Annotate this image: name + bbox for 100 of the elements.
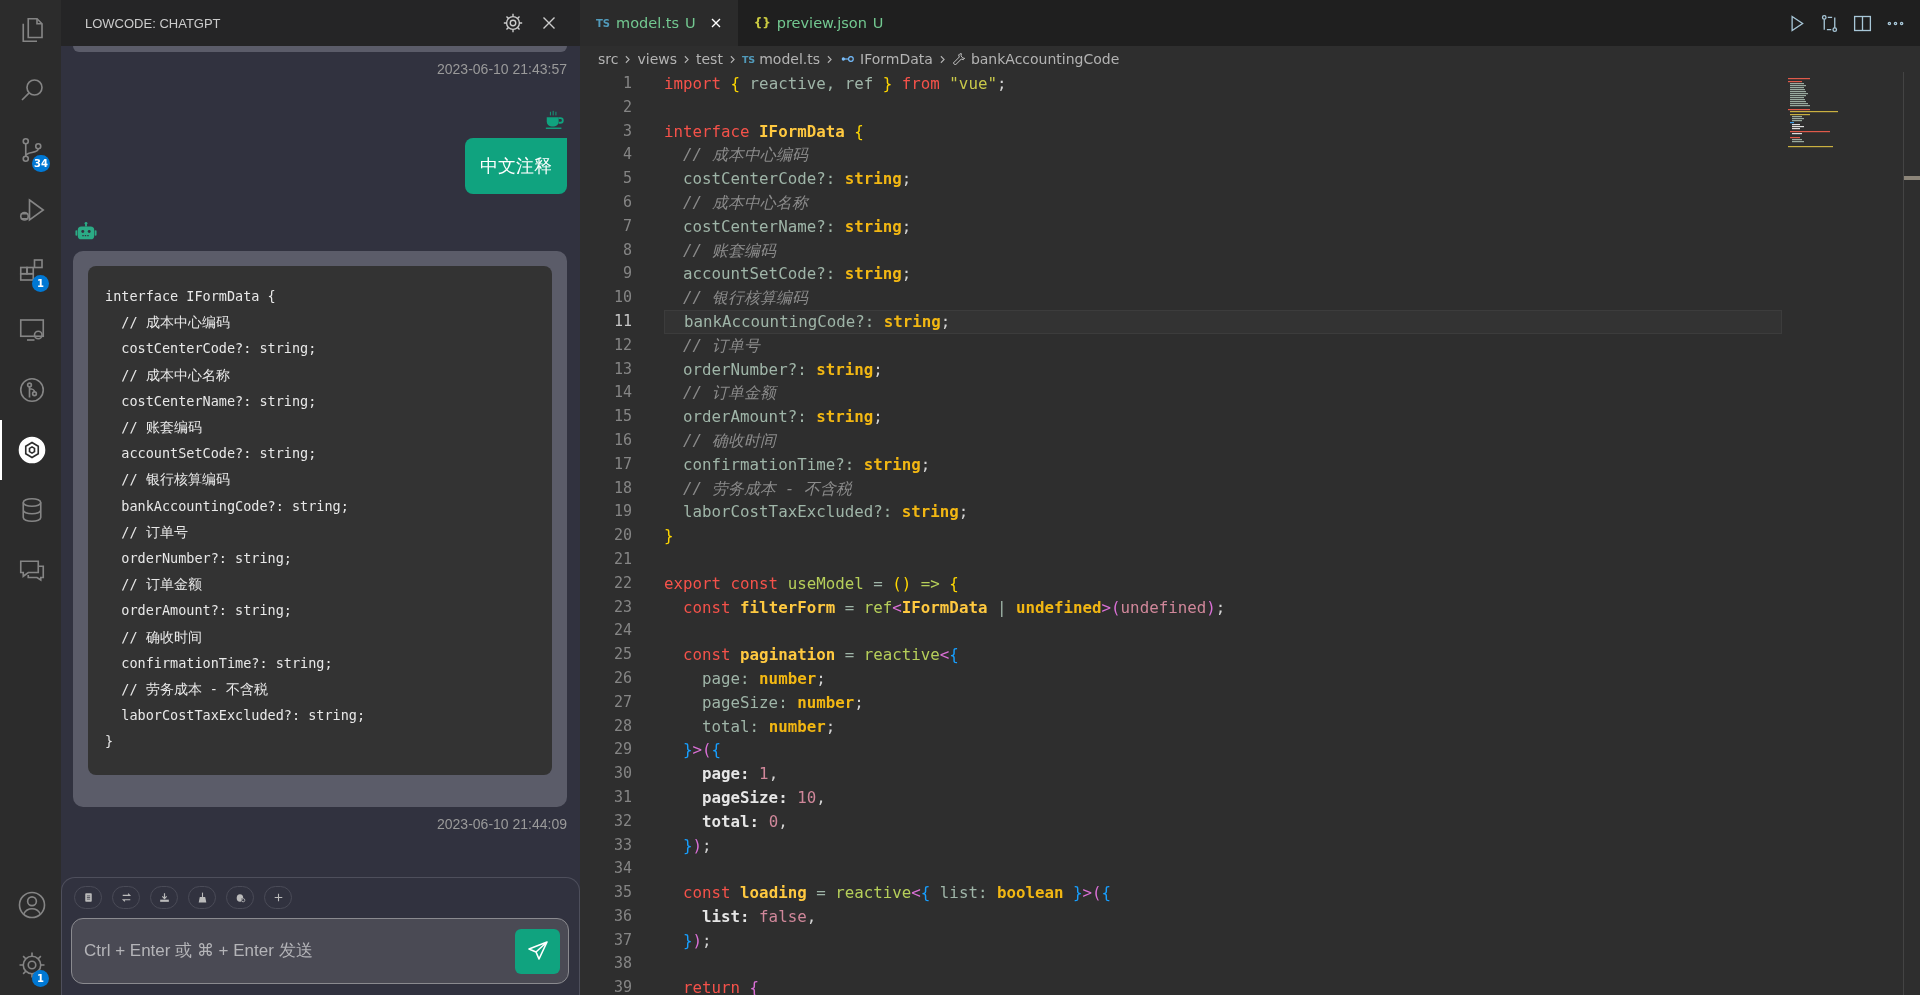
notification-count: 1 xyxy=(32,970,49,987)
activity-item[interactable]: 1 xyxy=(0,935,61,995)
code-line: orderNumber?: string; xyxy=(682,358,884,381)
message-input[interactable]: Ctrl + Enter 或 ⌘ + Enter 发送 xyxy=(82,940,515,962)
line-number: 38 xyxy=(612,953,632,975)
line-number: 23 xyxy=(612,596,632,618)
send-icon xyxy=(525,939,550,963)
code-line: confirmationTime?: string; xyxy=(682,453,932,476)
settings-icon[interactable] xyxy=(502,12,524,34)
code-line: page: number; xyxy=(701,667,827,690)
line-number: 18 xyxy=(612,477,632,499)
code-line: // 账套编码 xyxy=(682,239,778,262)
line-number: 7 xyxy=(621,215,632,237)
tab-label: preview.json xyxy=(776,15,867,31)
breadcrumb-item[interactable]: IFormData xyxy=(860,51,933,67)
line-number: 12 xyxy=(612,334,632,356)
code-line: // 银行核算编码 xyxy=(682,287,810,310)
line-number: 22 xyxy=(612,572,632,594)
line-number: 27 xyxy=(612,691,632,713)
line-number: 39 xyxy=(612,977,632,995)
download-icon xyxy=(157,891,171,904)
notification-count: 1 xyxy=(32,275,49,292)
line-number: 6 xyxy=(621,192,632,213)
code-line: export const useModel = () => { xyxy=(664,572,960,595)
code-line: // 成本中心名称 xyxy=(682,192,811,214)
line-number: 33 xyxy=(612,834,632,856)
code-line: total: 0, xyxy=(701,810,789,833)
tab-label: model.ts xyxy=(616,15,680,31)
line-number: 24 xyxy=(612,620,632,642)
breadcrumb-item[interactable]: bankAccountingCode xyxy=(970,51,1120,67)
line-number: 1 xyxy=(621,73,632,94)
line-number: 25 xyxy=(612,644,632,666)
code-line: // 订单号 xyxy=(682,334,762,357)
line-number: 29 xyxy=(612,739,632,761)
send-button[interactable] xyxy=(515,928,560,974)
line-number: 20 xyxy=(612,525,632,547)
panel-title: LOWCODE: CHATGPT xyxy=(85,15,221,31)
code-line: } xyxy=(664,525,675,548)
line-number: 21 xyxy=(612,548,632,570)
git-status: U xyxy=(685,15,696,31)
line-number: 26 xyxy=(612,667,632,689)
code-line: accountSetCode?: string; xyxy=(682,263,913,286)
line-number: 36 xyxy=(612,905,632,927)
file-type-icon: TS xyxy=(741,53,756,65)
code-line: import { reactive, ref } from "vue"; xyxy=(664,73,1008,95)
line-number: 30 xyxy=(612,763,632,785)
code-line: }>({ xyxy=(682,739,723,762)
breadcrumb-item[interactable]: views xyxy=(637,51,677,67)
user-message: 中文注释 xyxy=(465,138,567,194)
line-number: 37 xyxy=(612,929,632,951)
line-number: 3 xyxy=(621,120,632,142)
scrollbar-thumb[interactable] xyxy=(1904,176,1920,180)
code-line: }); xyxy=(682,834,713,857)
breadcrumb-item[interactable]: src xyxy=(598,51,619,67)
line-number: 4 xyxy=(621,144,632,166)
line-number: 10 xyxy=(612,287,632,309)
line-number: 28 xyxy=(612,715,632,737)
line-number: 34 xyxy=(612,858,632,880)
line-number: 9 xyxy=(621,263,632,285)
code-line: // 确收时间 xyxy=(682,429,778,452)
line-number: 5 xyxy=(621,168,632,190)
code-line: // 劳务成本 - 不含税 xyxy=(682,477,854,500)
code-line: orderAmount?: string; xyxy=(682,406,884,429)
activity-item[interactable]: 1 xyxy=(0,240,61,300)
line-number: 17 xyxy=(612,453,632,475)
timestamp: 2023-06-10 21:43:57 xyxy=(437,61,567,77)
code-line: const loading = reactive<{ list: boolean }>({ xyxy=(682,882,1113,905)
wrench-icon xyxy=(951,51,968,67)
code-line: laborCostTaxExcluded?: string; xyxy=(682,501,970,524)
line-number: 11 xyxy=(612,310,632,332)
compare-icon[interactable] xyxy=(1819,12,1840,34)
line-number: 13 xyxy=(612,358,632,380)
code-line: const filterForm = ref<IFormData | undefined>(undefined); xyxy=(682,596,1227,619)
line-number: 16 xyxy=(612,429,632,451)
line-number: 31 xyxy=(612,786,632,808)
swap-icon xyxy=(119,891,133,904)
code-line: interface IFormData { xyxy=(664,120,865,143)
breadcrumb-item[interactable]: test xyxy=(696,51,723,67)
line-number: 15 xyxy=(612,406,632,428)
activity-item[interactable]: 34 xyxy=(0,120,61,180)
code-line: pageSize: number; xyxy=(701,691,865,714)
code-line: const pagination = reactive<{ xyxy=(682,644,960,667)
code-line: costCenterName?: string; xyxy=(682,215,913,238)
cup-icon xyxy=(543,109,567,131)
line-number: 35 xyxy=(612,882,632,904)
git-status: U xyxy=(872,15,884,31)
account-icon xyxy=(16,890,47,920)
line-number: 19 xyxy=(612,501,632,523)
code-line: // 订单金额 xyxy=(682,382,779,405)
file-type-icon: TS xyxy=(596,17,611,29)
message-field[interactable]: Ctrl + Enter 或 ⌘ + Enter 发送 xyxy=(71,918,569,984)
code-line: costCenterCode?: string; xyxy=(682,168,913,191)
code-line: // 成本中心编码 xyxy=(682,144,810,167)
line-number: 32 xyxy=(612,810,632,832)
editor-tab[interactable]: TS model.ts U xyxy=(580,0,738,46)
breadcrumb-item[interactable]: model.ts xyxy=(759,51,821,67)
timestamp: 2023-06-10 21:44:09 xyxy=(437,815,567,832)
code-line: }); xyxy=(682,929,713,952)
line-number: 14 xyxy=(612,382,632,404)
code-line: total: number; xyxy=(701,715,837,738)
